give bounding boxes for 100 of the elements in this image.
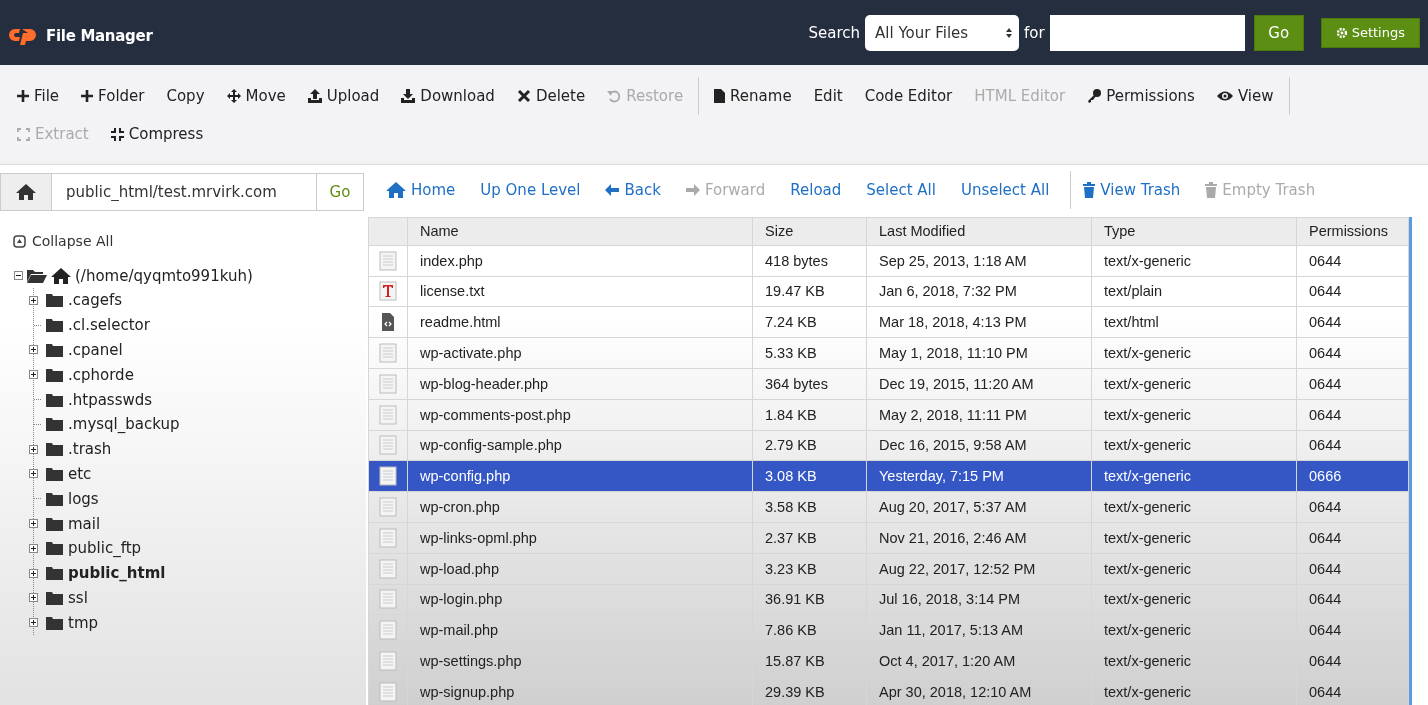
nav-link[interactable]: Select All (858, 180, 944, 199)
table-cell: wp-activate.php (407, 337, 753, 369)
tree-item[interactable]: logs (68, 489, 99, 508)
tree-item[interactable]: .cl.selector (68, 316, 150, 335)
table-cell: Oct 4, 2017, 1:20 AM (866, 645, 1092, 677)
table-cell: wp-comments-post.php (407, 399, 753, 431)
table-cell: text/x-generic (1091, 522, 1297, 554)
table-cell: 0644 (1296, 337, 1409, 369)
tree-item[interactable]: public_ftp (68, 539, 142, 558)
table-cell: Jul 16, 2018, 3:14 PM (866, 584, 1092, 615)
expand-toggle-icon[interactable] (29, 345, 38, 355)
table-cell: 7.86 KB (752, 614, 867, 646)
table-cell: readme.html (407, 306, 753, 338)
table-cell: 418 bytes (752, 245, 867, 277)
table-cell: 0666 (1296, 460, 1409, 492)
file-icon (714, 89, 726, 103)
column-header[interactable]: Size (752, 217, 867, 246)
table-cell: text/x-generic (1091, 337, 1297, 369)
table-cell: 0644 (1296, 522, 1409, 554)
table-cell: 5.33 KB (752, 337, 867, 369)
toolbar-button[interactable]: Delete (505, 79, 597, 113)
toolbar-button[interactable]: Compress (99, 117, 215, 151)
tree-item[interactable]: .mysql_backup (68, 415, 180, 434)
home-button[interactable] (0, 173, 52, 211)
path-field[interactable]: public_html/test.mrvirk.com (52, 173, 316, 211)
home-icon (15, 183, 37, 201)
folder-icon (46, 615, 63, 630)
search-field[interactable] (1049, 14, 1245, 51)
table-cell: Jan 6, 2018, 7:32 PM (866, 276, 1092, 307)
expand-toggle-icon[interactable] (29, 568, 38, 578)
nav-link[interactable]: Unselect All (952, 180, 1058, 199)
collapse-all-link[interactable]: Collapse All (32, 233, 114, 249)
tree-item[interactable]: public_html (68, 564, 166, 583)
search-scope-select[interactable]: All Your Files (865, 14, 1020, 51)
table-cell: 0644 (1296, 245, 1409, 277)
toolbar-button[interactable]: View (1205, 79, 1285, 113)
table-cell: text/x-generic (1091, 645, 1297, 677)
expand-toggle-icon[interactable] (29, 543, 38, 553)
tree-item[interactable]: tmp (68, 613, 98, 632)
folder-icon (46, 343, 63, 357)
toolbar-button[interactable]: Code Editor (853, 79, 964, 113)
toolbar-button[interactable]: Folder (70, 79, 156, 113)
plus-icon (81, 89, 94, 103)
tree-item[interactable]: (/home/qyqmto991kuh) (75, 266, 253, 285)
for-label: for (1024, 23, 1045, 42)
expand-toggle-icon[interactable] (29, 444, 38, 454)
settings-button[interactable]: Settings (1320, 17, 1420, 48)
expand-toggle-icon[interactable] (29, 295, 38, 305)
table-cell: 0644 (1296, 614, 1409, 646)
plus-icon (17, 89, 29, 103)
tree-item[interactable]: .cphorde (68, 365, 134, 384)
move-icon (226, 89, 241, 103)
folder-icon (46, 293, 63, 308)
go-button[interactable]: Go (1253, 14, 1304, 51)
table-cell: 0644 (1296, 399, 1409, 431)
toolbar-button[interactable]: File (6, 79, 71, 113)
tree-item[interactable]: .trash (68, 440, 112, 459)
trash-icon (1205, 181, 1218, 198)
go-button[interactable]: Go (316, 173, 364, 211)
toolbar-button[interactable]: Upload (296, 79, 391, 113)
column-header[interactable]: Name (407, 217, 753, 246)
nav-link[interactable]: View Trash (1075, 180, 1189, 199)
tree-item[interactable]: .cagefs (68, 291, 123, 310)
table-cell: wp-mail.php (407, 614, 753, 646)
nav-link[interactable]: Reload (782, 180, 850, 199)
tree-item[interactable]: .cpanel (68, 341, 123, 359)
column-header[interactable]: Type (1091, 217, 1297, 246)
column-header[interactable]: Permissions (1296, 217, 1409, 246)
expand-toggle-icon[interactable] (29, 370, 38, 380)
expand-toggle-icon[interactable] (29, 519, 38, 529)
nav-link[interactable]: Back (597, 180, 669, 199)
tree-item[interactable]: ssl (68, 588, 88, 607)
expand-toggle-icon[interactable] (29, 469, 38, 479)
nav-link[interactable]: Up One Level (472, 180, 589, 199)
table-cell: 3.58 KB (752, 491, 867, 523)
table-cell: 7.24 KB (752, 306, 867, 338)
toolbar-button[interactable]: Rename (703, 79, 803, 113)
expand-toggle-icon[interactable] (29, 618, 38, 628)
table-cell: text/x-generic (1091, 584, 1297, 615)
expand-toggle-icon[interactable] (29, 593, 38, 603)
nav-link[interactable]: Home (378, 180, 464, 199)
table-cell: 0644 (1296, 306, 1409, 338)
toolbar-button[interactable]: Move (215, 79, 297, 113)
tree-item[interactable]: .htpasswds (68, 390, 153, 409)
toolbar-button[interactable]: Edit (802, 79, 854, 113)
tree-item[interactable]: etc (68, 464, 92, 483)
tree-item[interactable]: mail (68, 514, 101, 533)
table-cell: text/x-generic (1091, 399, 1297, 431)
toolbar-button[interactable]: Permissions (1076, 79, 1206, 113)
table-cell: index.php (407, 245, 753, 277)
gear-icon (1335, 26, 1348, 39)
search-label: Search (808, 23, 861, 42)
table-cell: text/x-generic (1091, 460, 1297, 492)
table-cell: wp-settings.php (407, 645, 753, 677)
toolbar-button[interactable]: Download (390, 79, 506, 113)
folder-icon (46, 516, 63, 531)
column-header[interactable]: Last Modified (866, 217, 1092, 246)
compress-icon (110, 127, 124, 141)
collapse-toggle-icon[interactable] (14, 271, 23, 280)
toolbar-button[interactable]: Copy (155, 79, 216, 113)
